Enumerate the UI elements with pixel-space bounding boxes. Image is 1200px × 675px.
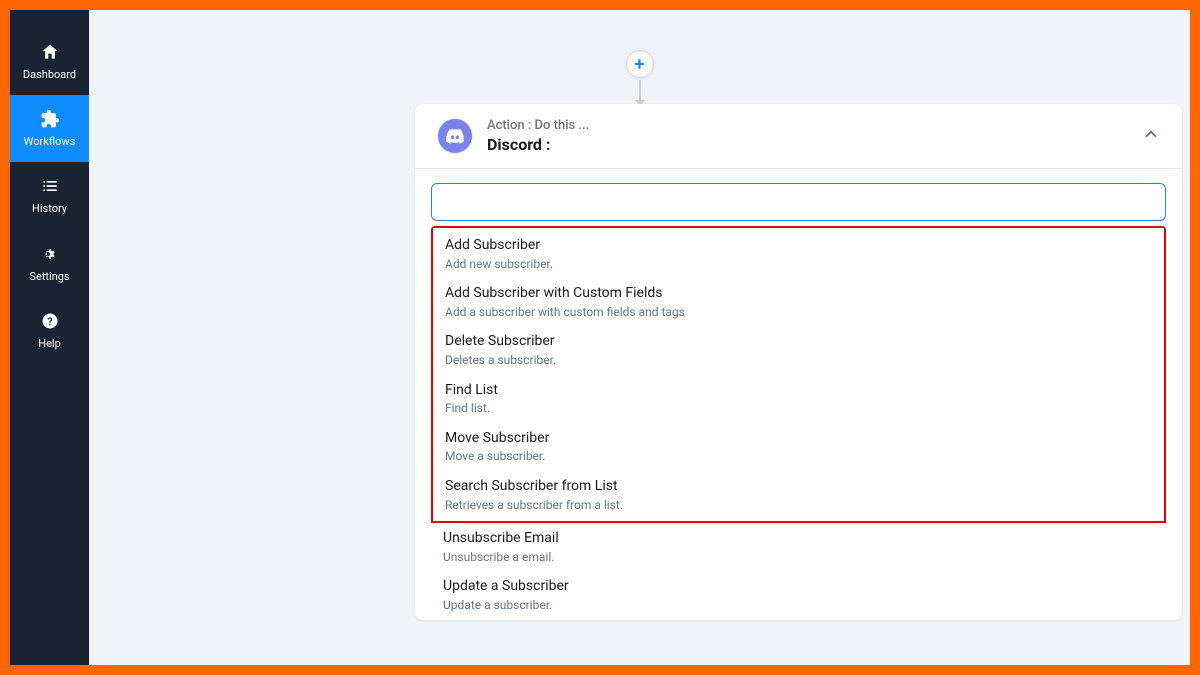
sidebar-item-label: Settings [29, 270, 69, 283]
help-icon: ? [38, 309, 62, 333]
option-unsubscribe-email[interactable]: Unsubscribe Email Unsubscribe a email. [431, 523, 1166, 571]
option-title: Delete Subscriber [445, 332, 1152, 352]
option-find-list[interactable]: Find List Find list. [433, 375, 1164, 423]
app-root: Dashboard Workflows History Settings [10, 10, 1190, 665]
option-desc: Add a subscriber with custom fields and … [445, 305, 1152, 321]
action-dropdown: Add Subscriber Add new subscriber. Add S… [431, 226, 1166, 620]
option-desc: Add new subscriber. [445, 257, 1152, 273]
sidebar-item-label: Dashboard [23, 68, 76, 81]
option-title: Find List [445, 381, 1152, 401]
card-header-text: Action : Do this ... Discord : [487, 118, 1142, 154]
option-title: Add Subscriber [445, 236, 1152, 256]
sidebar-item-label: Help [38, 337, 61, 350]
option-title: Unsubscribe Email [443, 529, 1154, 549]
option-add-subscriber[interactable]: Add Subscriber Add new subscriber. [433, 230, 1164, 278]
discord-icon [437, 118, 473, 154]
option-desc: Deletes a subscriber. [445, 353, 1152, 369]
option-desc: Update a subscriber. [443, 598, 1154, 614]
option-desc: Unsubscribe a email. [443, 550, 1154, 566]
plus-icon: + [635, 54, 645, 75]
chevron-up-icon[interactable] [1142, 125, 1160, 147]
action-search-input[interactable] [431, 183, 1166, 221]
action-card: Action : Do this ... Discord : Add Subsc… [415, 104, 1182, 620]
option-title: Move Subscriber [445, 429, 1152, 449]
sidebar-item-workflows[interactable]: Workflows [10, 95, 89, 162]
sidebar-item-dashboard[interactable]: Dashboard [10, 28, 89, 95]
option-desc: Retrieves a subscriber from a list. [445, 498, 1152, 514]
sidebar-item-help[interactable]: ? Help [10, 297, 89, 364]
option-update-subscriber[interactable]: Update a Subscriber Update a subscriber. [431, 571, 1166, 619]
option-title: Update a Subscriber [443, 577, 1154, 597]
option-title: Search Subscriber from List [445, 477, 1152, 497]
svg-text:?: ? [47, 315, 52, 328]
sidebar-item-label: Workflows [24, 135, 76, 148]
home-icon [38, 40, 62, 64]
sidebar-item-label: History [32, 202, 67, 215]
step-connector: + [626, 50, 654, 107]
option-desc: Move a subscriber. [445, 449, 1152, 465]
connector-line [639, 80, 641, 100]
option-delete-subscriber[interactable]: Delete Subscriber Deletes a subscriber. [433, 326, 1164, 374]
gear-icon [38, 242, 62, 266]
highlighted-options: Add Subscriber Add new subscriber. Add S… [431, 226, 1166, 523]
option-desc: Find list. [445, 401, 1152, 417]
option-title: Add Subscriber with Custom Fields [445, 284, 1152, 304]
option-move-subscriber[interactable]: Move Subscriber Move a subscriber. [433, 423, 1164, 471]
sidebar: Dashboard Workflows History Settings [10, 10, 89, 665]
sidebar-item-settings[interactable]: Settings [10, 230, 89, 297]
main-content: + Action : Do this ... Discord : [89, 10, 1190, 665]
card-body: Add Subscriber Add new subscriber. Add S… [415, 169, 1182, 620]
sidebar-item-history[interactable]: History [10, 162, 89, 229]
card-subtitle: Action : Do this ... [487, 118, 1142, 133]
list-icon [38, 174, 62, 198]
option-add-subscriber-custom[interactable]: Add Subscriber with Custom Fields Add a … [433, 278, 1164, 326]
card-header[interactable]: Action : Do this ... Discord : [415, 104, 1182, 169]
option-search-subscriber[interactable]: Search Subscriber from List Retrieves a … [433, 471, 1164, 519]
puzzle-icon [38, 107, 62, 131]
add-step-button[interactable]: + [626, 50, 654, 78]
card-title: Discord : [487, 135, 1142, 154]
